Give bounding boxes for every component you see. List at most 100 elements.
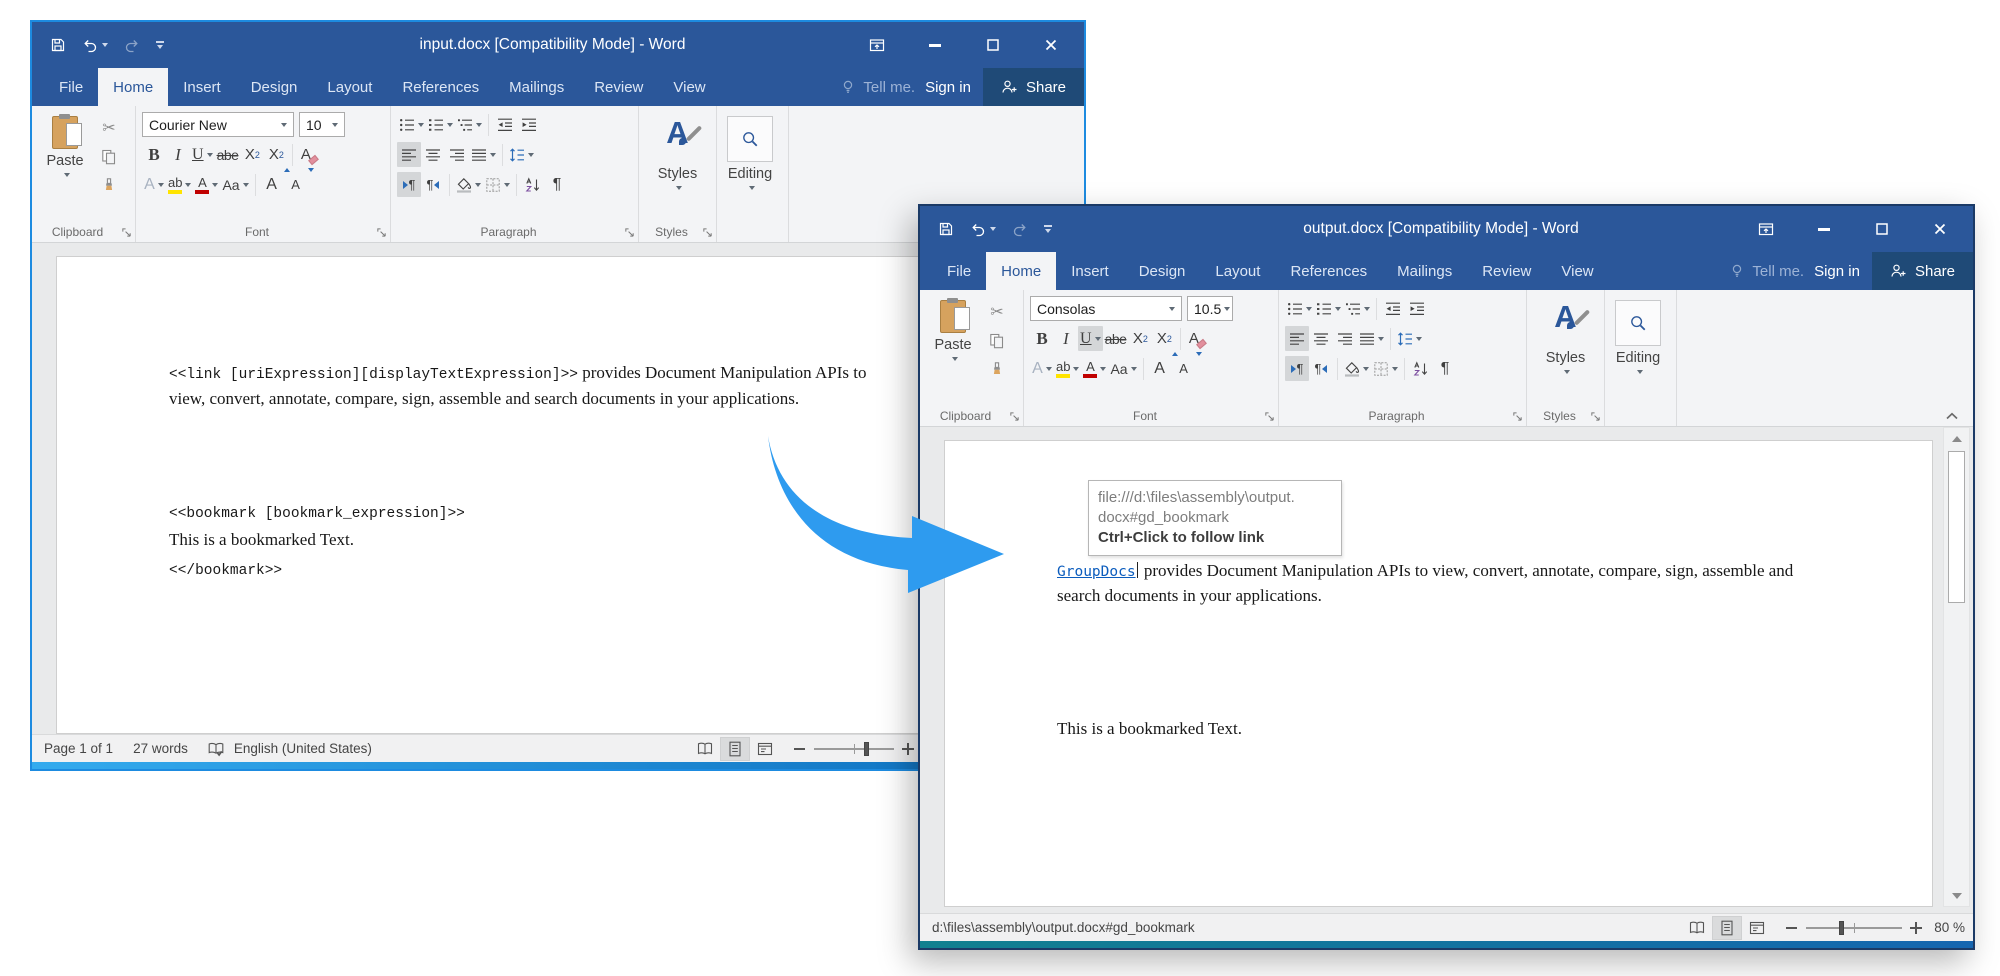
clipboard-dialog-launcher-icon[interactable] <box>121 227 132 238</box>
tab-mailings[interactable]: Mailings <box>1382 252 1467 290</box>
align-center-button[interactable] <box>421 142 445 167</box>
text-effects-button[interactable]: A <box>142 172 166 197</box>
change-case-button[interactable]: Aa <box>220 172 250 197</box>
document-page[interactable]: file:///d:\files\assembly\output. docx#g… <box>944 440 1933 907</box>
tab-home[interactable]: Home <box>98 68 168 106</box>
groupdocs-hyperlink[interactable]: GroupDocs <box>1057 564 1136 580</box>
ltr-paragraph-button[interactable]: ¶ <box>1285 356 1309 381</box>
tab-insert[interactable]: Insert <box>168 68 236 106</box>
tab-home[interactable]: Home <box>986 252 1056 290</box>
tell-me-button[interactable]: Tell me. <box>826 68 921 106</box>
strikethrough-button[interactable]: abe <box>215 142 241 167</box>
undo-icon[interactable] <box>970 221 996 237</box>
paste-button[interactable]: Paste <box>38 111 92 220</box>
share-button[interactable]: Share <box>1872 252 1973 290</box>
tab-design[interactable]: Design <box>1124 252 1201 290</box>
collapse-ribbon-icon[interactable] <box>1945 412 1959 420</box>
sort-button[interactable] <box>1409 356 1433 381</box>
save-icon[interactable] <box>50 37 66 53</box>
rtl-paragraph-button[interactable]: ¶ <box>421 172 445 197</box>
font-size-combo[interactable]: 10 <box>299 112 345 137</box>
tab-view[interactable]: View <box>658 68 720 106</box>
clipboard-dialog-launcher-icon[interactable] <box>1009 411 1020 422</box>
justify-button[interactable] <box>469 142 498 167</box>
customize-quick-access-icon[interactable] <box>156 41 164 49</box>
scroll-down-icon[interactable] <box>1944 885 1969 906</box>
clear-formatting-button[interactable]: A <box>1185 326 1209 351</box>
tab-review[interactable]: Review <box>579 68 658 106</box>
tab-view[interactable]: View <box>1546 252 1608 290</box>
format-painter-icon[interactable] <box>97 173 121 198</box>
highlight-color-button[interactable]: ab <box>166 172 193 197</box>
word-count[interactable]: 27 words <box>133 741 188 756</box>
copy-icon[interactable] <box>985 328 1009 353</box>
font-name-combo[interactable]: Courier New <box>142 112 294 137</box>
zoom-in-button[interactable] <box>1910 922 1922 934</box>
proofing-icon[interactable] <box>208 741 224 757</box>
close-button[interactable] <box>1911 212 1969 246</box>
text-effects-button[interactable]: A <box>1030 356 1054 381</box>
strikethrough-button[interactable]: abe <box>1103 326 1129 351</box>
read-mode-button[interactable] <box>1682 916 1712 940</box>
language-indicator[interactable]: English (United States) <box>234 741 372 756</box>
align-left-button[interactable] <box>1285 326 1309 351</box>
zoom-slider[interactable] <box>1806 927 1902 929</box>
minimize-button[interactable] <box>906 28 964 62</box>
tab-layout[interactable]: Layout <box>1200 252 1275 290</box>
print-layout-button[interactable] <box>1712 916 1742 940</box>
numbering-button[interactable] <box>1314 296 1343 321</box>
increase-indent-button[interactable] <box>517 112 541 137</box>
maximize-button[interactable] <box>964 28 1022 62</box>
customize-quick-access-icon[interactable] <box>1044 225 1052 233</box>
ribbon-display-options-icon[interactable] <box>1737 212 1795 246</box>
numbering-button[interactable] <box>426 112 455 137</box>
scroll-up-icon[interactable] <box>1944 428 1969 449</box>
font-size-combo[interactable]: 10.5 <box>1187 296 1233 321</box>
line-spacing-button[interactable] <box>507 142 536 167</box>
styles-button[interactable]: A Styles <box>1539 295 1593 404</box>
borders-button[interactable] <box>1371 356 1400 381</box>
font-color-button[interactable]: A <box>193 172 220 197</box>
tab-references[interactable]: References <box>1275 252 1382 290</box>
font-color-button[interactable]: A <box>1081 356 1108 381</box>
vertical-scrollbar[interactable] <box>1943 427 1970 907</box>
paragraph-dialog-launcher-icon[interactable] <box>1512 411 1523 422</box>
cut-icon[interactable]: ✂ <box>985 299 1009 324</box>
scrollbar-thumb[interactable] <box>1948 451 1965 603</box>
bullets-button[interactable] <box>397 112 426 137</box>
change-case-button[interactable]: Aa <box>1108 356 1138 381</box>
align-left-button[interactable] <box>397 142 421 167</box>
tab-design[interactable]: Design <box>236 68 313 106</box>
multilevel-list-button[interactable] <box>1343 296 1372 321</box>
styles-dialog-launcher-icon[interactable] <box>702 227 713 238</box>
subscript-button[interactable]: X2 <box>240 142 264 167</box>
styles-dialog-launcher-icon[interactable] <box>1590 411 1601 422</box>
rtl-paragraph-button[interactable]: ¶ <box>1309 356 1333 381</box>
superscript-button[interactable]: X2 <box>1152 326 1176 351</box>
tab-mailings[interactable]: Mailings <box>494 68 579 106</box>
read-mode-button[interactable] <box>690 737 720 761</box>
shading-button[interactable] <box>1342 356 1371 381</box>
increase-indent-button[interactable] <box>1405 296 1429 321</box>
show-formatting-marks-button[interactable]: ¶ <box>545 172 569 197</box>
subscript-button[interactable]: X2 <box>1128 326 1152 351</box>
ribbon-display-options-icon[interactable] <box>848 28 906 62</box>
grow-font-button[interactable]: A <box>260 172 284 197</box>
web-layout-button[interactable] <box>750 737 780 761</box>
sign-in-button[interactable]: Sign in <box>1810 252 1872 290</box>
clear-formatting-button[interactable]: A <box>297 142 321 167</box>
underline-button[interactable]: U <box>1078 326 1103 351</box>
justify-button[interactable] <box>1357 326 1386 351</box>
sign-in-button[interactable]: Sign in <box>921 68 983 106</box>
close-button[interactable] <box>1022 28 1080 62</box>
undo-icon[interactable] <box>82 37 108 53</box>
font-dialog-launcher-icon[interactable] <box>1264 411 1275 422</box>
font-dialog-launcher-icon[interactable] <box>376 227 387 238</box>
save-icon[interactable] <box>938 221 954 237</box>
format-painter-icon[interactable] <box>985 357 1009 382</box>
bold-button[interactable]: B <box>142 142 166 167</box>
align-right-button[interactable] <box>1333 326 1357 351</box>
underline-button[interactable]: U <box>190 142 215 167</box>
bold-button[interactable]: B <box>1030 326 1054 351</box>
zoom-in-button[interactable] <box>902 743 914 755</box>
